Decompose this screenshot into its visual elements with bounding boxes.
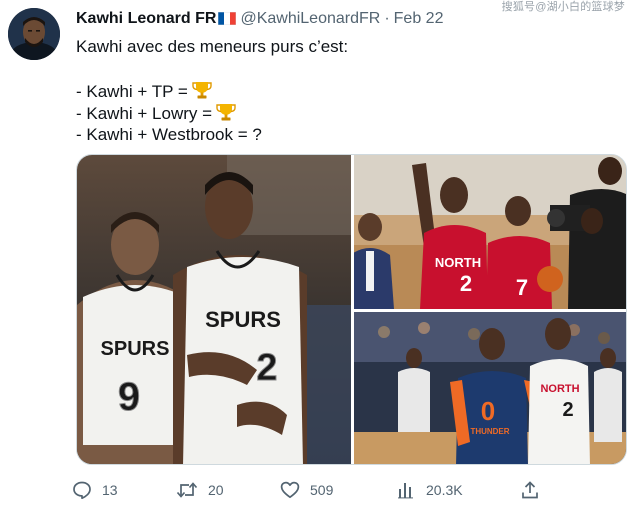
tweet-actions: 13 20 509 20.3K	[72, 478, 627, 502]
watermark: 搜狐号@湖小白的篮球梦	[501, 1, 625, 13]
france-flag-icon	[218, 11, 237, 31]
tweet-text: Kawhi avec des meneurs purs c’est: - Kaw…	[76, 36, 348, 146]
views-button[interactable]: 20.3K	[396, 478, 463, 502]
views-count: 20.3K	[426, 482, 463, 498]
reply-count: 13	[102, 482, 118, 498]
retweet-count: 20	[208, 482, 224, 498]
tweet-header: Kawhi Leonard FR @KawhiLeonardFR · Feb 22	[76, 9, 443, 31]
like-count: 509	[310, 482, 334, 498]
tweet-line: - Kawhi + Westbrook = ?	[76, 125, 262, 144]
jersey-number: 2	[256, 347, 277, 389]
author-handle[interactable]: @KawhiLeonardFR	[240, 10, 380, 27]
photo-thunder[interactable]: 0 THUNDER NORTH 2	[354, 312, 626, 464]
share-icon	[522, 481, 538, 499]
jersey-number: 7	[516, 275, 528, 300]
jersey-text: THUNDER	[470, 427, 509, 436]
photo-spurs[interactable]: SPURS 9 SPURS 2	[77, 155, 351, 464]
avatar-portrait	[8, 8, 60, 60]
share-button[interactable]	[520, 478, 540, 502]
author-avatar[interactable]	[8, 8, 60, 60]
jersey-number: 2	[562, 399, 573, 421]
views-chart-icon	[398, 483, 413, 499]
tweet-line: - Kawhi + TP =	[76, 82, 188, 101]
jersey-number: 9	[118, 375, 140, 419]
reply-icon	[73, 481, 91, 500]
jersey-text: NORTH	[435, 255, 481, 270]
tweet-line-item: - Kawhi + TP =	[76, 80, 348, 102]
tweet-line: - Kawhi + Lowry =	[76, 104, 213, 123]
heart-icon	[280, 481, 300, 499]
like-button[interactable]: 509	[280, 478, 333, 502]
separator-dot: ·	[384, 10, 390, 27]
jersey-text: SPURS	[101, 338, 170, 360]
reply-button[interactable]: 13	[72, 478, 118, 502]
media-grid: SPURS 9 SPURS 2 NORTH 2 7 0 THUNDER NORT…	[76, 154, 627, 465]
jersey-text: NORTH	[540, 383, 579, 395]
tweet-date[interactable]: Feb 22	[394, 10, 444, 27]
jersey-number: 2	[460, 271, 472, 296]
tweet-line-item: - Kawhi + Lowry =	[76, 102, 348, 124]
author-name[interactable]: Kawhi Leonard FR	[76, 10, 216, 27]
jersey-text: SPURS	[205, 307, 281, 332]
retweet-button[interactable]: 20	[176, 478, 224, 502]
photo-raptors[interactable]: NORTH 2 7	[354, 155, 626, 309]
jersey-number: 0	[481, 396, 495, 426]
tweet-line: Kawhi avec des meneurs purs c’est:	[76, 37, 349, 56]
retweet-icon	[176, 482, 198, 498]
